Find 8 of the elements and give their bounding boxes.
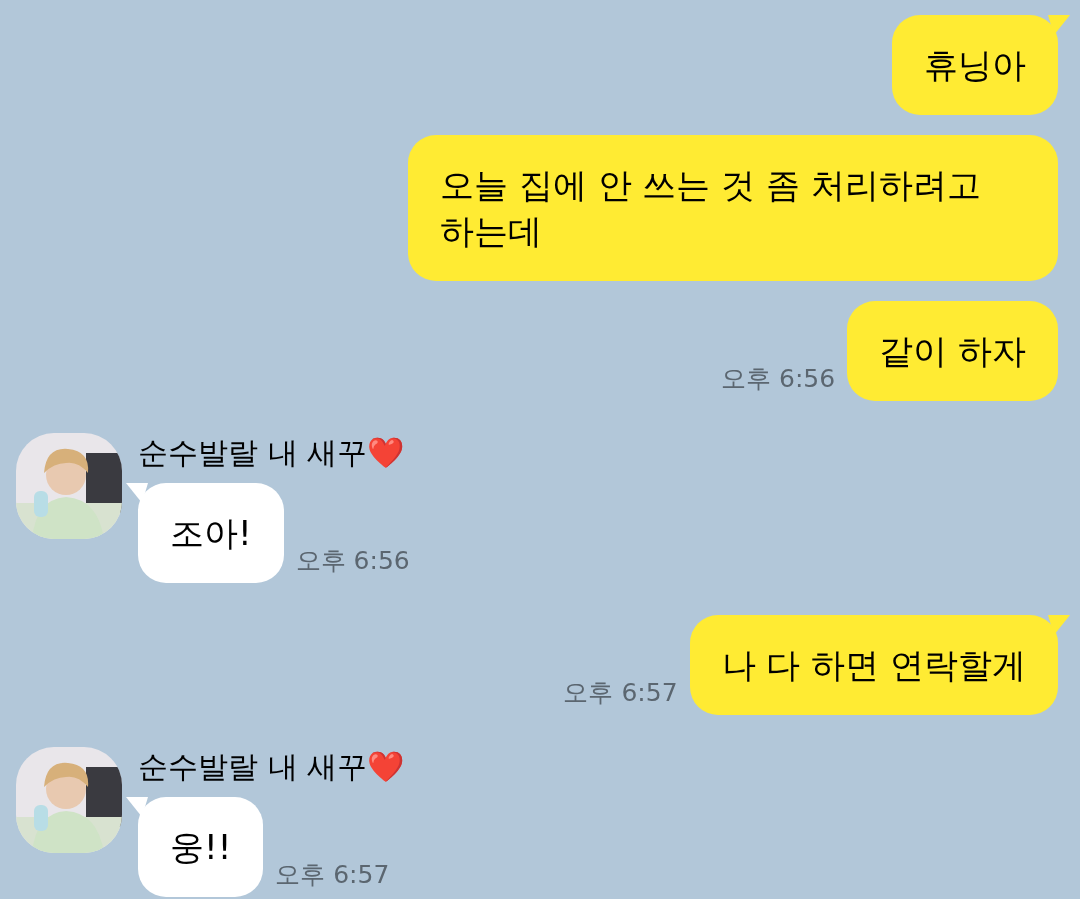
message-time: 오후 6:57 [275, 858, 390, 891]
message-time: 오후 6:56 [721, 362, 836, 395]
message-time: 오후 6:56 [295, 544, 410, 577]
message-time: 오후 6:57 [563, 676, 678, 709]
sender-name: 순수발랄 내 새꾸❤ [138, 434, 406, 472]
message-bubble: 같이 하자 [847, 301, 1058, 401]
message-bubble: 오늘 집에 안 쓰는 것 좀 처리하려고 하는데 [408, 135, 1058, 281]
sender-name: 순수발랄 내 새꾸❤ [138, 748, 405, 786]
